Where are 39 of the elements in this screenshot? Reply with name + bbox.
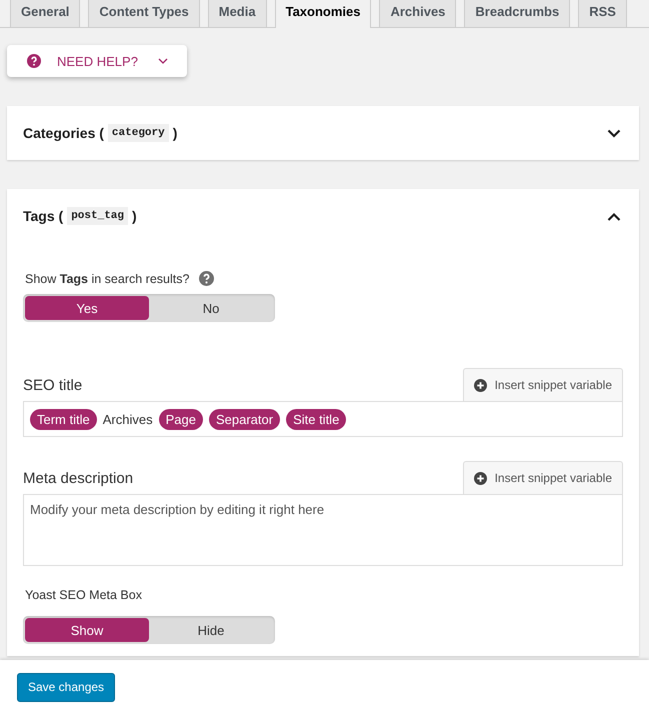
snippet-variable: Term title [30, 408, 97, 430]
tab[interactable]: General [10, 0, 80, 27]
toggle-option[interactable]: No [149, 296, 273, 320]
snippet-variable: Page [158, 408, 203, 430]
help-icon[interactable] [199, 271, 214, 286]
field-label: Yoast SEO Meta Box [25, 588, 142, 602]
section-title: Categories ( [23, 125, 104, 141]
tab[interactable]: Media [208, 0, 267, 27]
field-label: SEO title [23, 377, 82, 396]
toggle-option[interactable]: Hide [149, 618, 273, 642]
taxonomy-slug: category [108, 124, 169, 142]
tab[interactable]: Content Types [88, 0, 200, 27]
chevron-down-icon [158, 58, 168, 64]
field-label: Meta description [23, 470, 134, 489]
section-title: Tags ( [23, 208, 64, 224]
tab[interactable]: Breadcrumbs [464, 0, 570, 27]
plus-icon [474, 472, 487, 484]
insert-snippet-button[interactable]: Insert snippet variable [462, 461, 623, 494]
help-icon [27, 54, 41, 68]
tab[interactable]: Archives [379, 0, 456, 27]
chevron-down-icon[interactable] [607, 128, 621, 138]
taxonomy-slug: post_tag [67, 207, 128, 225]
insert-snippet-button[interactable]: Insert snippet variable [462, 368, 623, 401]
meta-description-field[interactable]: Modify your meta description by editing it right here [23, 494, 623, 566]
chevron-up-icon[interactable] [607, 212, 621, 220]
title-text: Archives [102, 412, 153, 426]
snippet-variable: Site title [286, 408, 346, 430]
toggle-option[interactable]: Yes [25, 296, 149, 320]
section-title: ) [132, 208, 137, 224]
tab[interactable]: Taxonomies [274, 0, 372, 28]
field-label: Show Tags in search results? [25, 272, 190, 286]
need-help-button[interactable]: NEED HELP? [7, 45, 187, 77]
toggle-option[interactable]: Show [25, 618, 149, 642]
seo-title-field[interactable]: Term title Archives Page Separator Site title [23, 401, 623, 437]
tab[interactable]: RSS [578, 0, 627, 27]
plus-icon [474, 378, 487, 392]
save-changes-button[interactable]: Save changes [17, 672, 116, 702]
section-title: ) [172, 125, 178, 141]
snippet-variable: Separator [208, 408, 280, 430]
